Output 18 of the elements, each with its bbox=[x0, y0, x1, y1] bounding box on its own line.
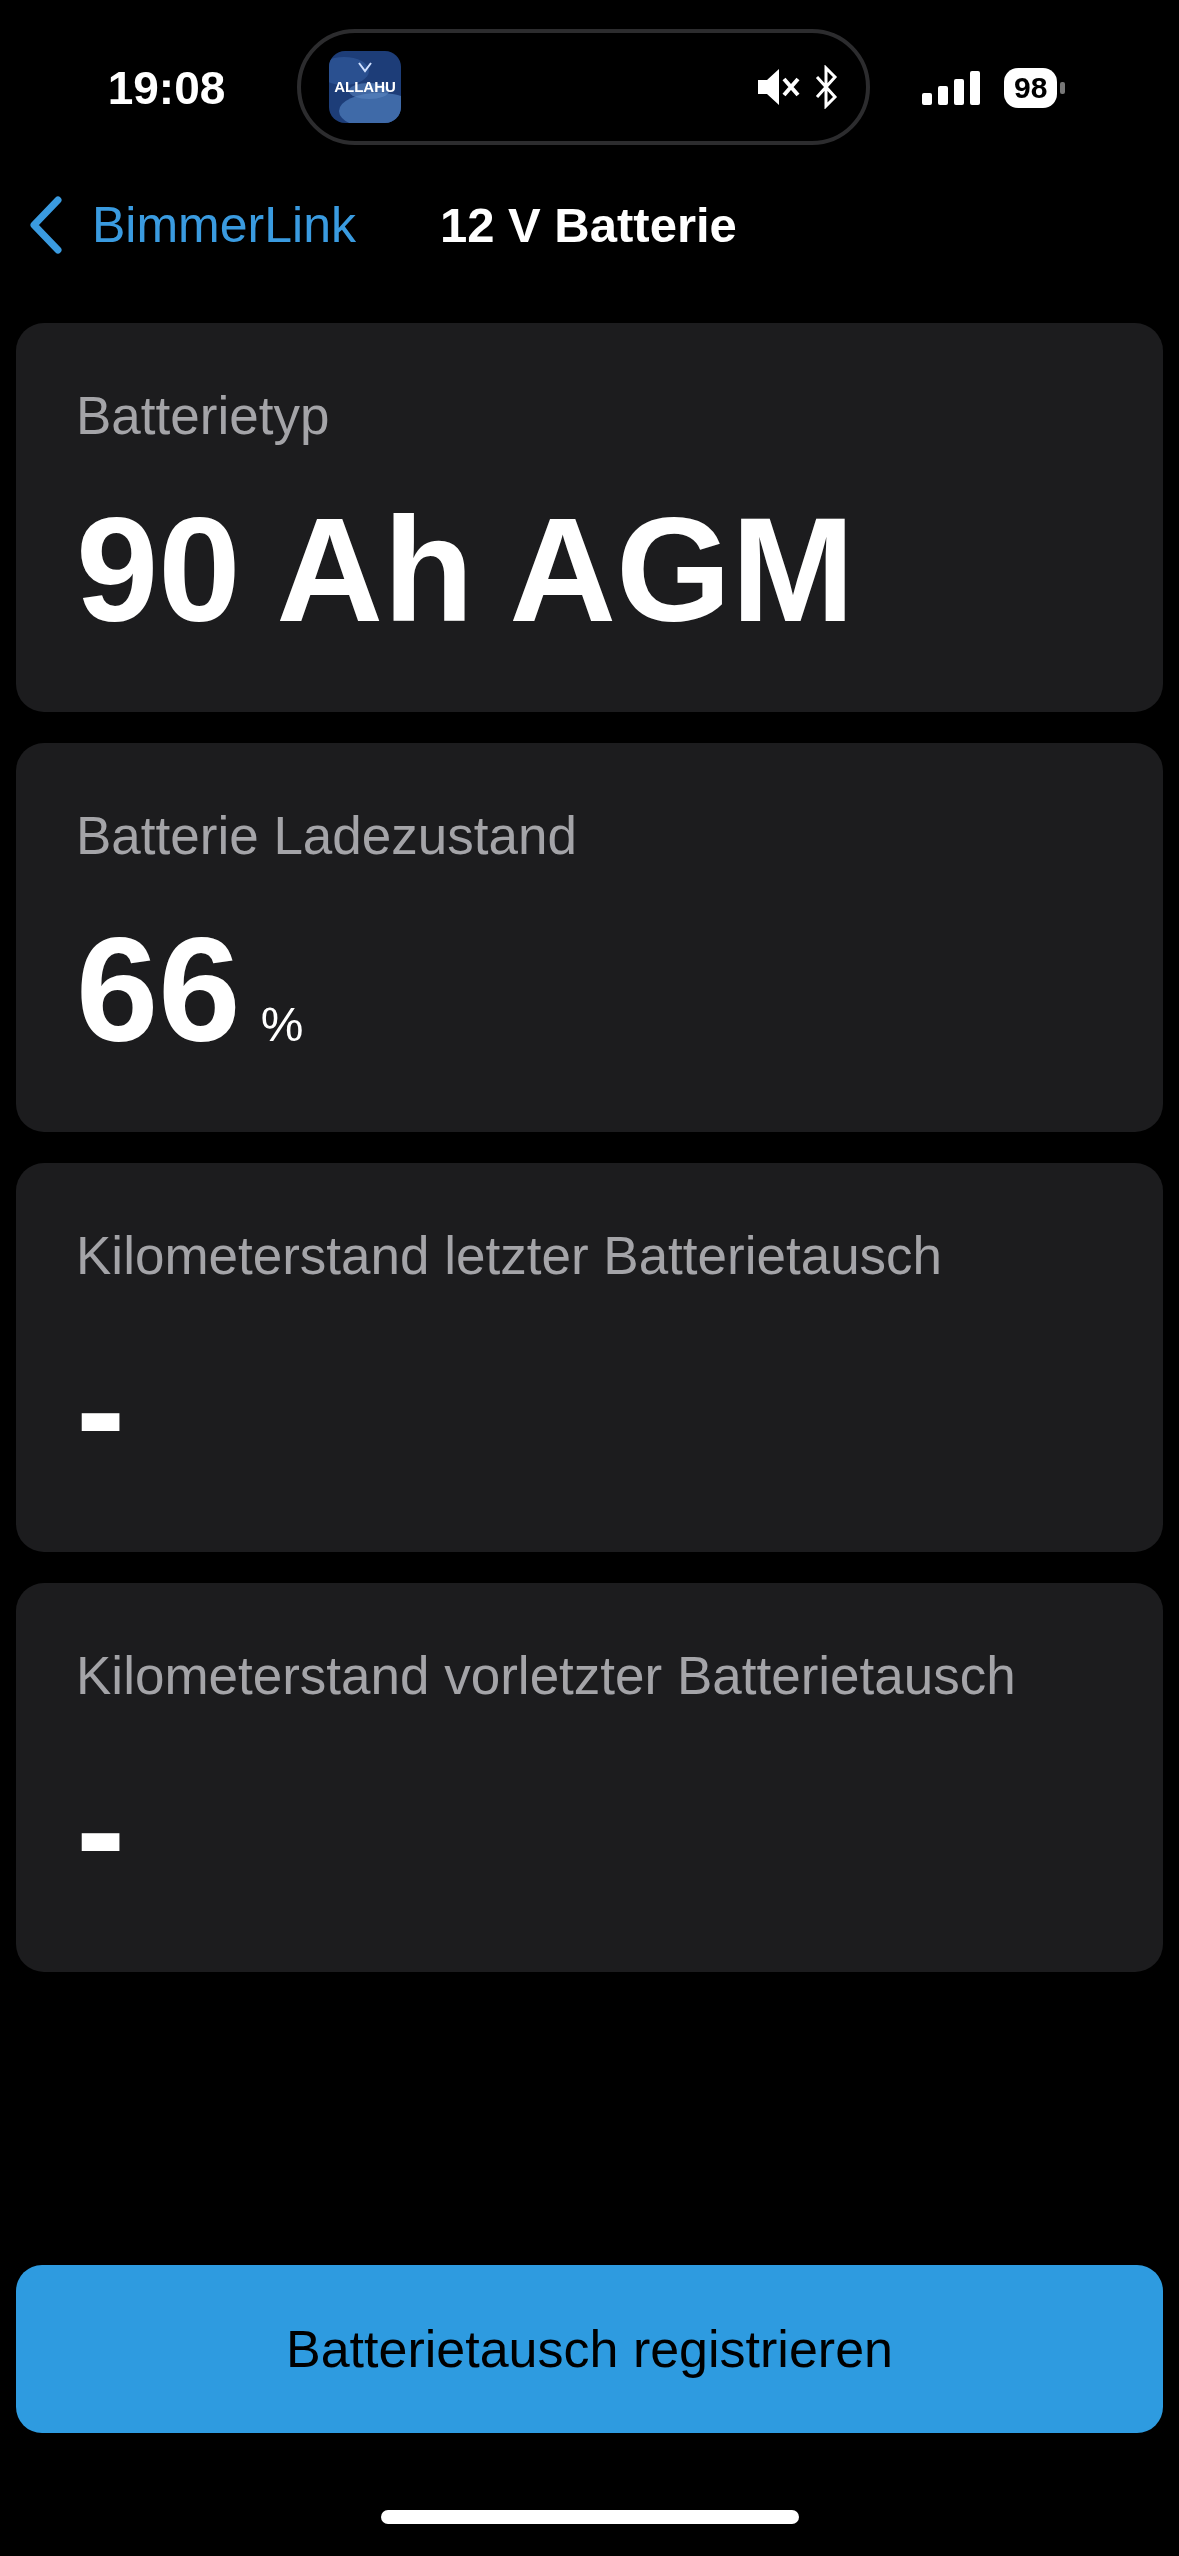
signal-icon bbox=[922, 70, 982, 105]
card-value: - bbox=[76, 1749, 126, 1912]
app-icon-label: ALLAHU bbox=[333, 77, 397, 95]
card-label: Kilometerstand letzter Batterietausch bbox=[76, 1225, 944, 1287]
clock-time: 19:08 bbox=[106, 60, 227, 115]
page-title: 12 V Batterie bbox=[439, 197, 737, 253]
card-label: Kilometerstand vorletzter Batterietausch bbox=[76, 1645, 1017, 1707]
battery-level: 98 bbox=[1004, 67, 1058, 108]
unit-label: % bbox=[260, 997, 304, 1052]
card-value: 90 Ah AGM bbox=[76, 489, 855, 652]
home-indicator[interactable] bbox=[380, 2510, 799, 2524]
card-value: - bbox=[76, 1329, 126, 1492]
back-link[interactable]: BimmerLink bbox=[26, 196, 356, 254]
card-value: 66 bbox=[76, 909, 241, 1072]
card-label: Batterie Ladezustand bbox=[76, 805, 578, 867]
register-button[interactable]: Batterietausch registrieren bbox=[16, 2265, 1163, 2433]
card-label: Batterietyp bbox=[76, 385, 331, 447]
battery-cap-icon bbox=[1060, 81, 1066, 94]
